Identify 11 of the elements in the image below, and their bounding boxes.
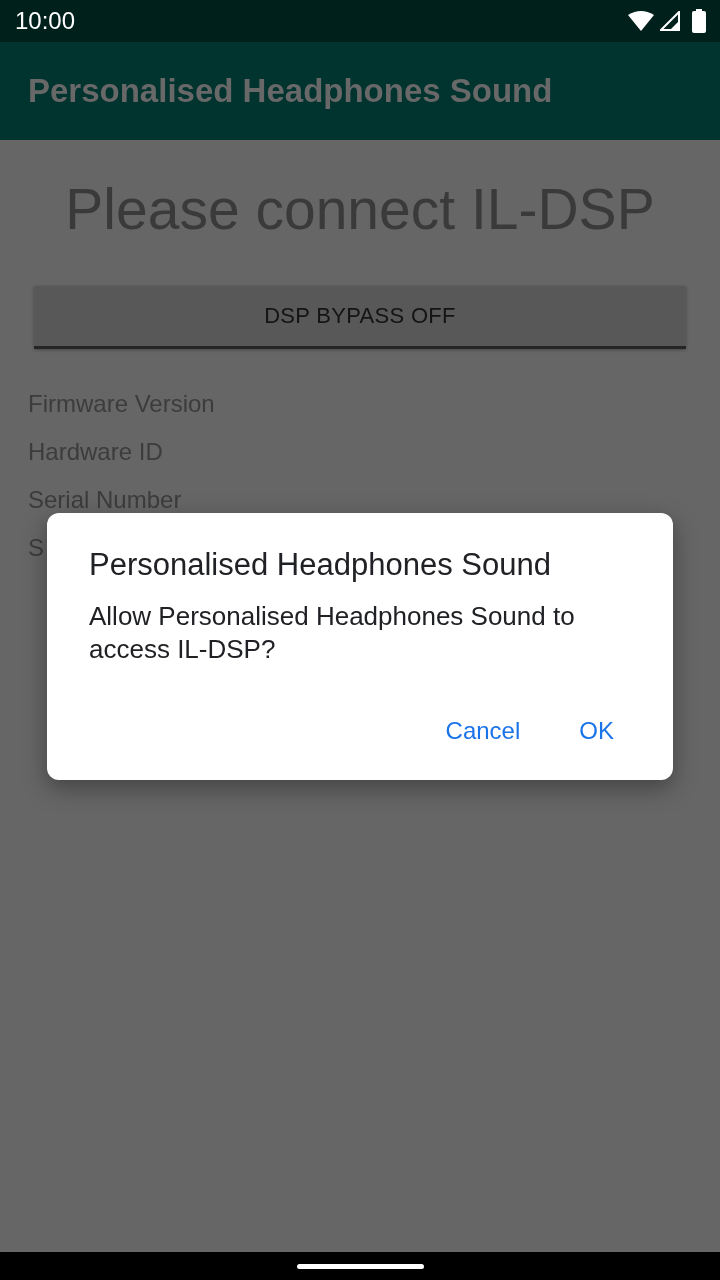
- battery-icon: [692, 9, 706, 33]
- app-title: Personalised Headphones Sound: [28, 72, 553, 110]
- dialog-button[interactable]: OK: [563, 707, 630, 755]
- wifi-icon: [628, 11, 654, 31]
- dialog-title: Personalised Headphones Sound: [89, 546, 552, 584]
- dialog-button[interactable]: Cancel: [429, 707, 537, 755]
- status-time: 10:00: [15, 7, 76, 35]
- home-handle[interactable]: [296, 1263, 424, 1269]
- dsp-bypass-button[interactable]: DSP BYPASS OFF: [34, 286, 686, 349]
- dialog-message: Allow Personalised Headphones Sound to access IL-DSP?: [89, 600, 576, 666]
- signal-icon: [660, 11, 680, 31]
